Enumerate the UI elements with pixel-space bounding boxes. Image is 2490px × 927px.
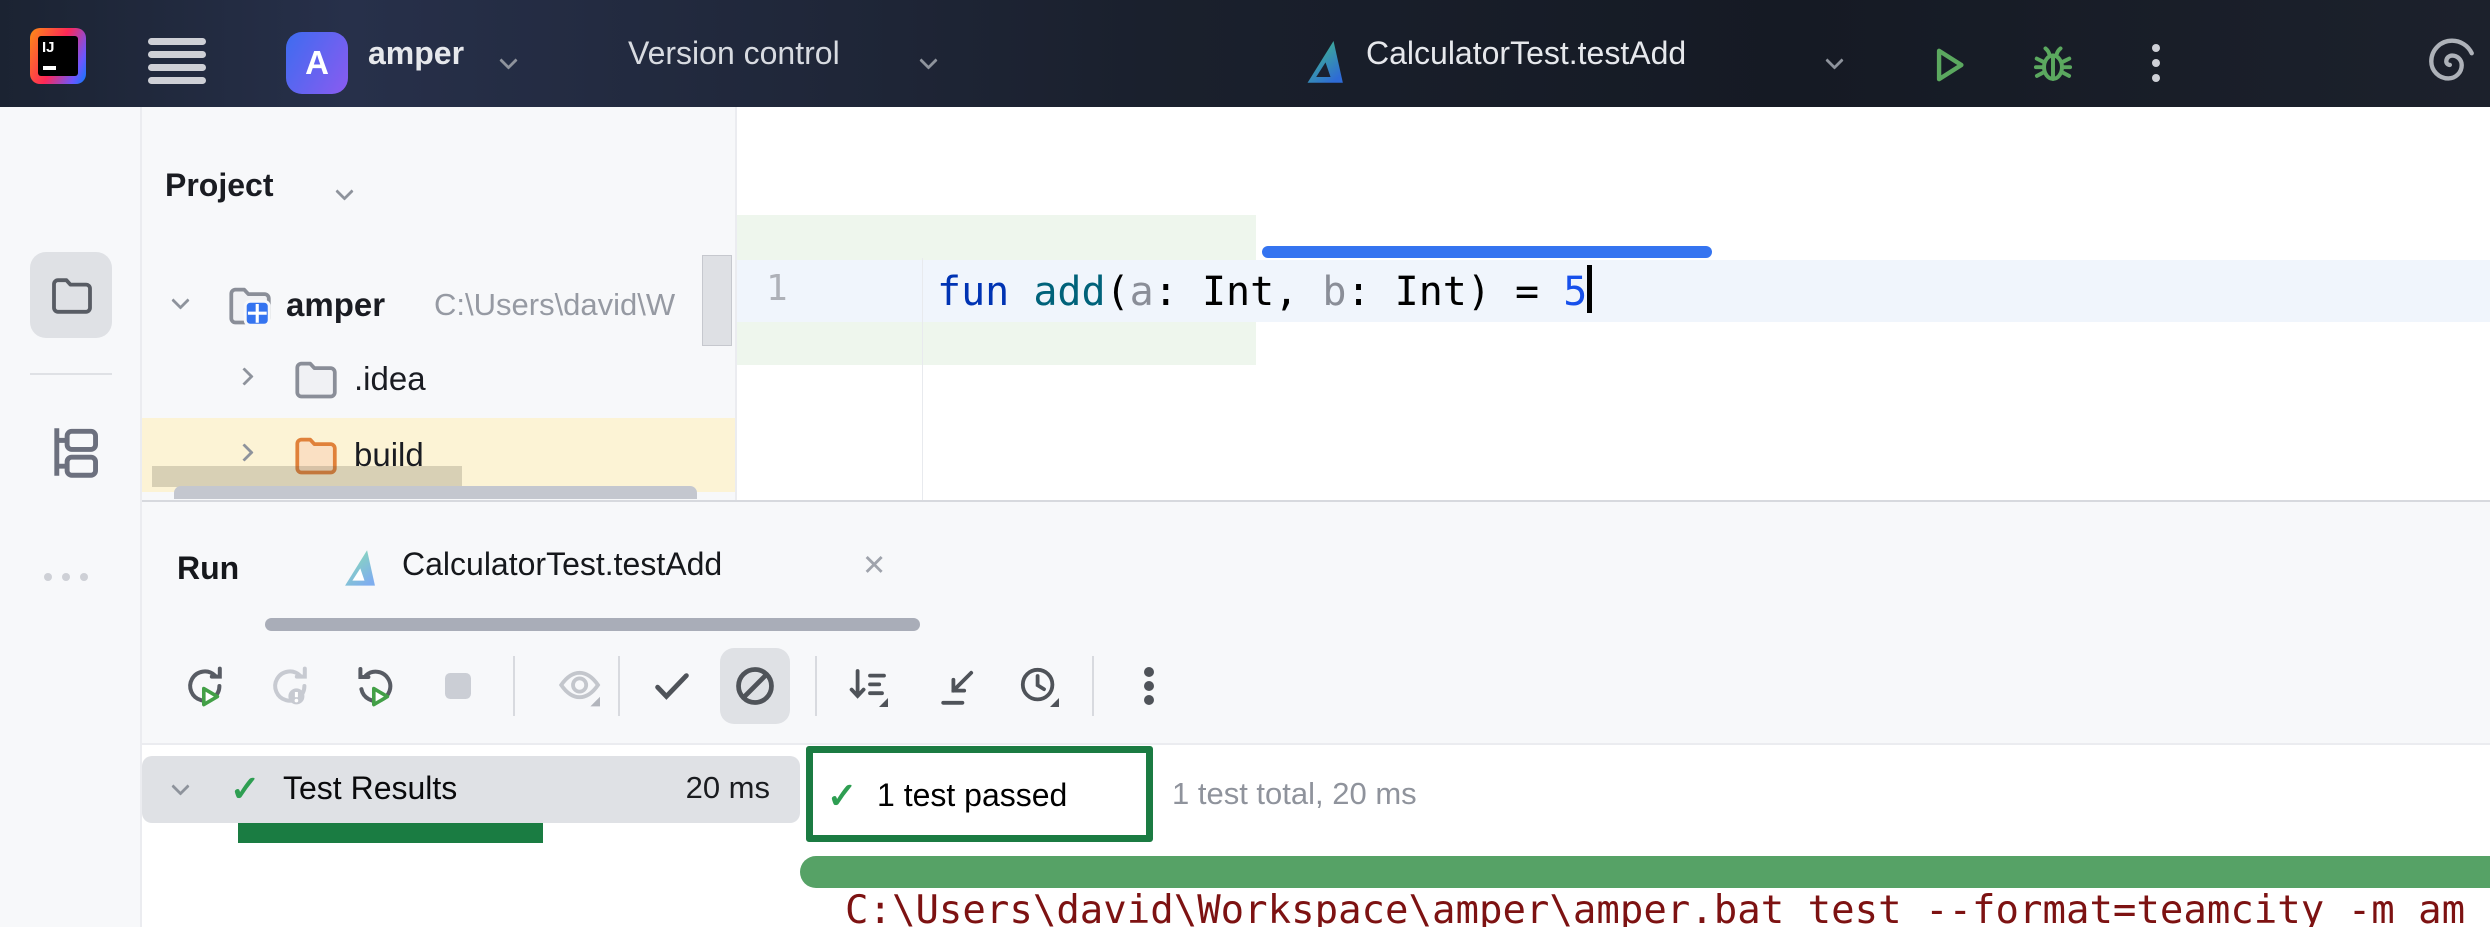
- module-folder-icon: [224, 280, 274, 330]
- show-ignored-toggle[interactable]: [720, 648, 790, 724]
- text-cursor: [1587, 265, 1592, 313]
- code-token: Int: [1395, 269, 1467, 315]
- line-number: 1: [766, 268, 788, 309]
- main-toolbar: IJ A amper Version control CalculatorTes…: [0, 0, 2490, 107]
- vcs-widget[interactable]: Version control: [628, 0, 840, 107]
- rerun-icon[interactable]: [181, 662, 229, 710]
- chevron-down-icon: [1825, 51, 1843, 69]
- run-tab-label: CalculatorTest.testAdd: [402, 546, 722, 583]
- separator: [618, 656, 620, 716]
- selected-tab-indicator: [265, 618, 920, 631]
- main-menu-icon[interactable]: [148, 38, 206, 85]
- code-token: a: [1130, 269, 1154, 315]
- tree-node-path: C:\Users\david\W: [434, 287, 675, 323]
- test-progress-bar: [800, 856, 2490, 888]
- watch-options-icon[interactable]: [556, 662, 604, 710]
- sort-tests-icon[interactable]: [844, 662, 892, 710]
- code-token: b: [1322, 269, 1346, 315]
- code-token: ) =: [1467, 269, 1563, 315]
- more-options-icon[interactable]: [1125, 662, 1173, 710]
- amper-run-icon: [337, 546, 381, 590]
- code-token: :: [1346, 269, 1394, 315]
- chevron-down-icon[interactable]: [171, 291, 189, 309]
- tree-row-idea[interactable]: .idea: [142, 342, 735, 416]
- rerun-auto-icon[interactable]: [351, 662, 399, 710]
- test-duration: 20 ms: [686, 770, 770, 806]
- chevron-right-icon[interactable]: [235, 443, 253, 461]
- run-config-selector[interactable]: CalculatorTest.testAdd: [1366, 0, 1686, 107]
- project-view-selector[interactable]: Project: [165, 167, 273, 204]
- test-results-row[interactable]: ✓ Test Results 20 ms: [142, 756, 800, 823]
- passed-check-icon: ✓: [230, 768, 260, 810]
- code-token: :: [1154, 269, 1202, 315]
- code-token: ,: [1274, 269, 1322, 315]
- intellij-logo-icon: IJ: [30, 28, 86, 84]
- code-token: (: [1106, 269, 1130, 315]
- highlight-underline: [238, 823, 543, 843]
- amper-run-config-icon: [1298, 36, 1350, 88]
- test-history-icon[interactable]: [1015, 662, 1063, 710]
- tree-node-name: amper: [286, 286, 385, 324]
- structure-icon: [40, 421, 102, 483]
- more-actions-icon[interactable]: [2152, 44, 2160, 88]
- more-tool-windows-icon[interactable]: [44, 573, 52, 581]
- test-status-text: 1 test passed: [877, 777, 1067, 814]
- rerun-failed-icon[interactable]: [266, 662, 314, 710]
- test-results-area: ✓ Test Results 20 ms ✓ 1 test passed 1 t…: [142, 745, 2490, 927]
- structure-tool-button[interactable]: [40, 421, 102, 483]
- passed-check-icon: ✓: [827, 775, 857, 817]
- separator: [815, 656, 817, 716]
- test-results-label: Test Results: [283, 770, 457, 807]
- ai-swirl-icon[interactable]: [2424, 38, 2474, 88]
- code-token: add: [1033, 269, 1105, 315]
- console-output-line[interactable]: C:\Users\david\Workspace\amper\amper.bat…: [845, 891, 2490, 927]
- horizontal-scrollbar[interactable]: [174, 486, 697, 499]
- code-token: 5: [1563, 269, 1587, 315]
- test-summary-text: 1 test total, 20 ms: [1172, 776, 1417, 812]
- tree-row-amper[interactable]: amper C:\Users\david\W: [142, 268, 735, 342]
- code-token: fun: [937, 269, 1033, 315]
- close-icon[interactable]: ✕: [862, 548, 886, 583]
- project-tool-button[interactable]: [30, 252, 112, 338]
- tool-window-stripe: [0, 107, 140, 927]
- divider: [30, 373, 112, 375]
- active-tab-indicator: [1262, 246, 1712, 258]
- run-panel-title: Run: [177, 550, 239, 587]
- horizontal-scrollbar-shadow: [152, 466, 462, 487]
- navigate-to-bottom-icon[interactable]: [934, 662, 982, 710]
- debug-button[interactable]: [2028, 38, 2078, 88]
- run-tab[interactable]: CalculatorTest.testAdd ✕: [337, 532, 897, 602]
- gutter-divider: [922, 258, 923, 500]
- run-button[interactable]: [1922, 40, 1972, 90]
- project-tool-window: Project amper C:\Users\david\W .idea: [142, 107, 735, 500]
- stop-icon[interactable]: [434, 662, 482, 710]
- code-line[interactable]: fun add(a: Int, b: Int) = 5: [937, 265, 1592, 317]
- project-avatar[interactable]: A: [286, 32, 348, 94]
- tree-node-name: .idea: [354, 360, 426, 398]
- chevron-down-icon: [499, 51, 517, 69]
- folder-icon: [47, 271, 95, 319]
- show-ignored-icon: [729, 660, 781, 712]
- separator: [513, 656, 515, 716]
- project-widget[interactable]: amper: [368, 0, 464, 107]
- test-status-badge: ✓ 1 test passed: [806, 746, 1153, 842]
- chevron-down-icon: [919, 51, 937, 69]
- chevron-right-icon[interactable]: [235, 367, 253, 385]
- show-passed-icon[interactable]: [648, 662, 696, 710]
- chevron-down-icon[interactable]: [171, 777, 189, 795]
- code-token: Int: [1202, 269, 1274, 315]
- separator: [1092, 656, 1094, 716]
- vertical-scrollbar[interactable]: [702, 255, 732, 346]
- folder-icon: [290, 354, 340, 404]
- chevron-down-icon: [335, 182, 353, 200]
- ide-window: IJ A amper Version control CalculatorTes…: [0, 0, 2490, 927]
